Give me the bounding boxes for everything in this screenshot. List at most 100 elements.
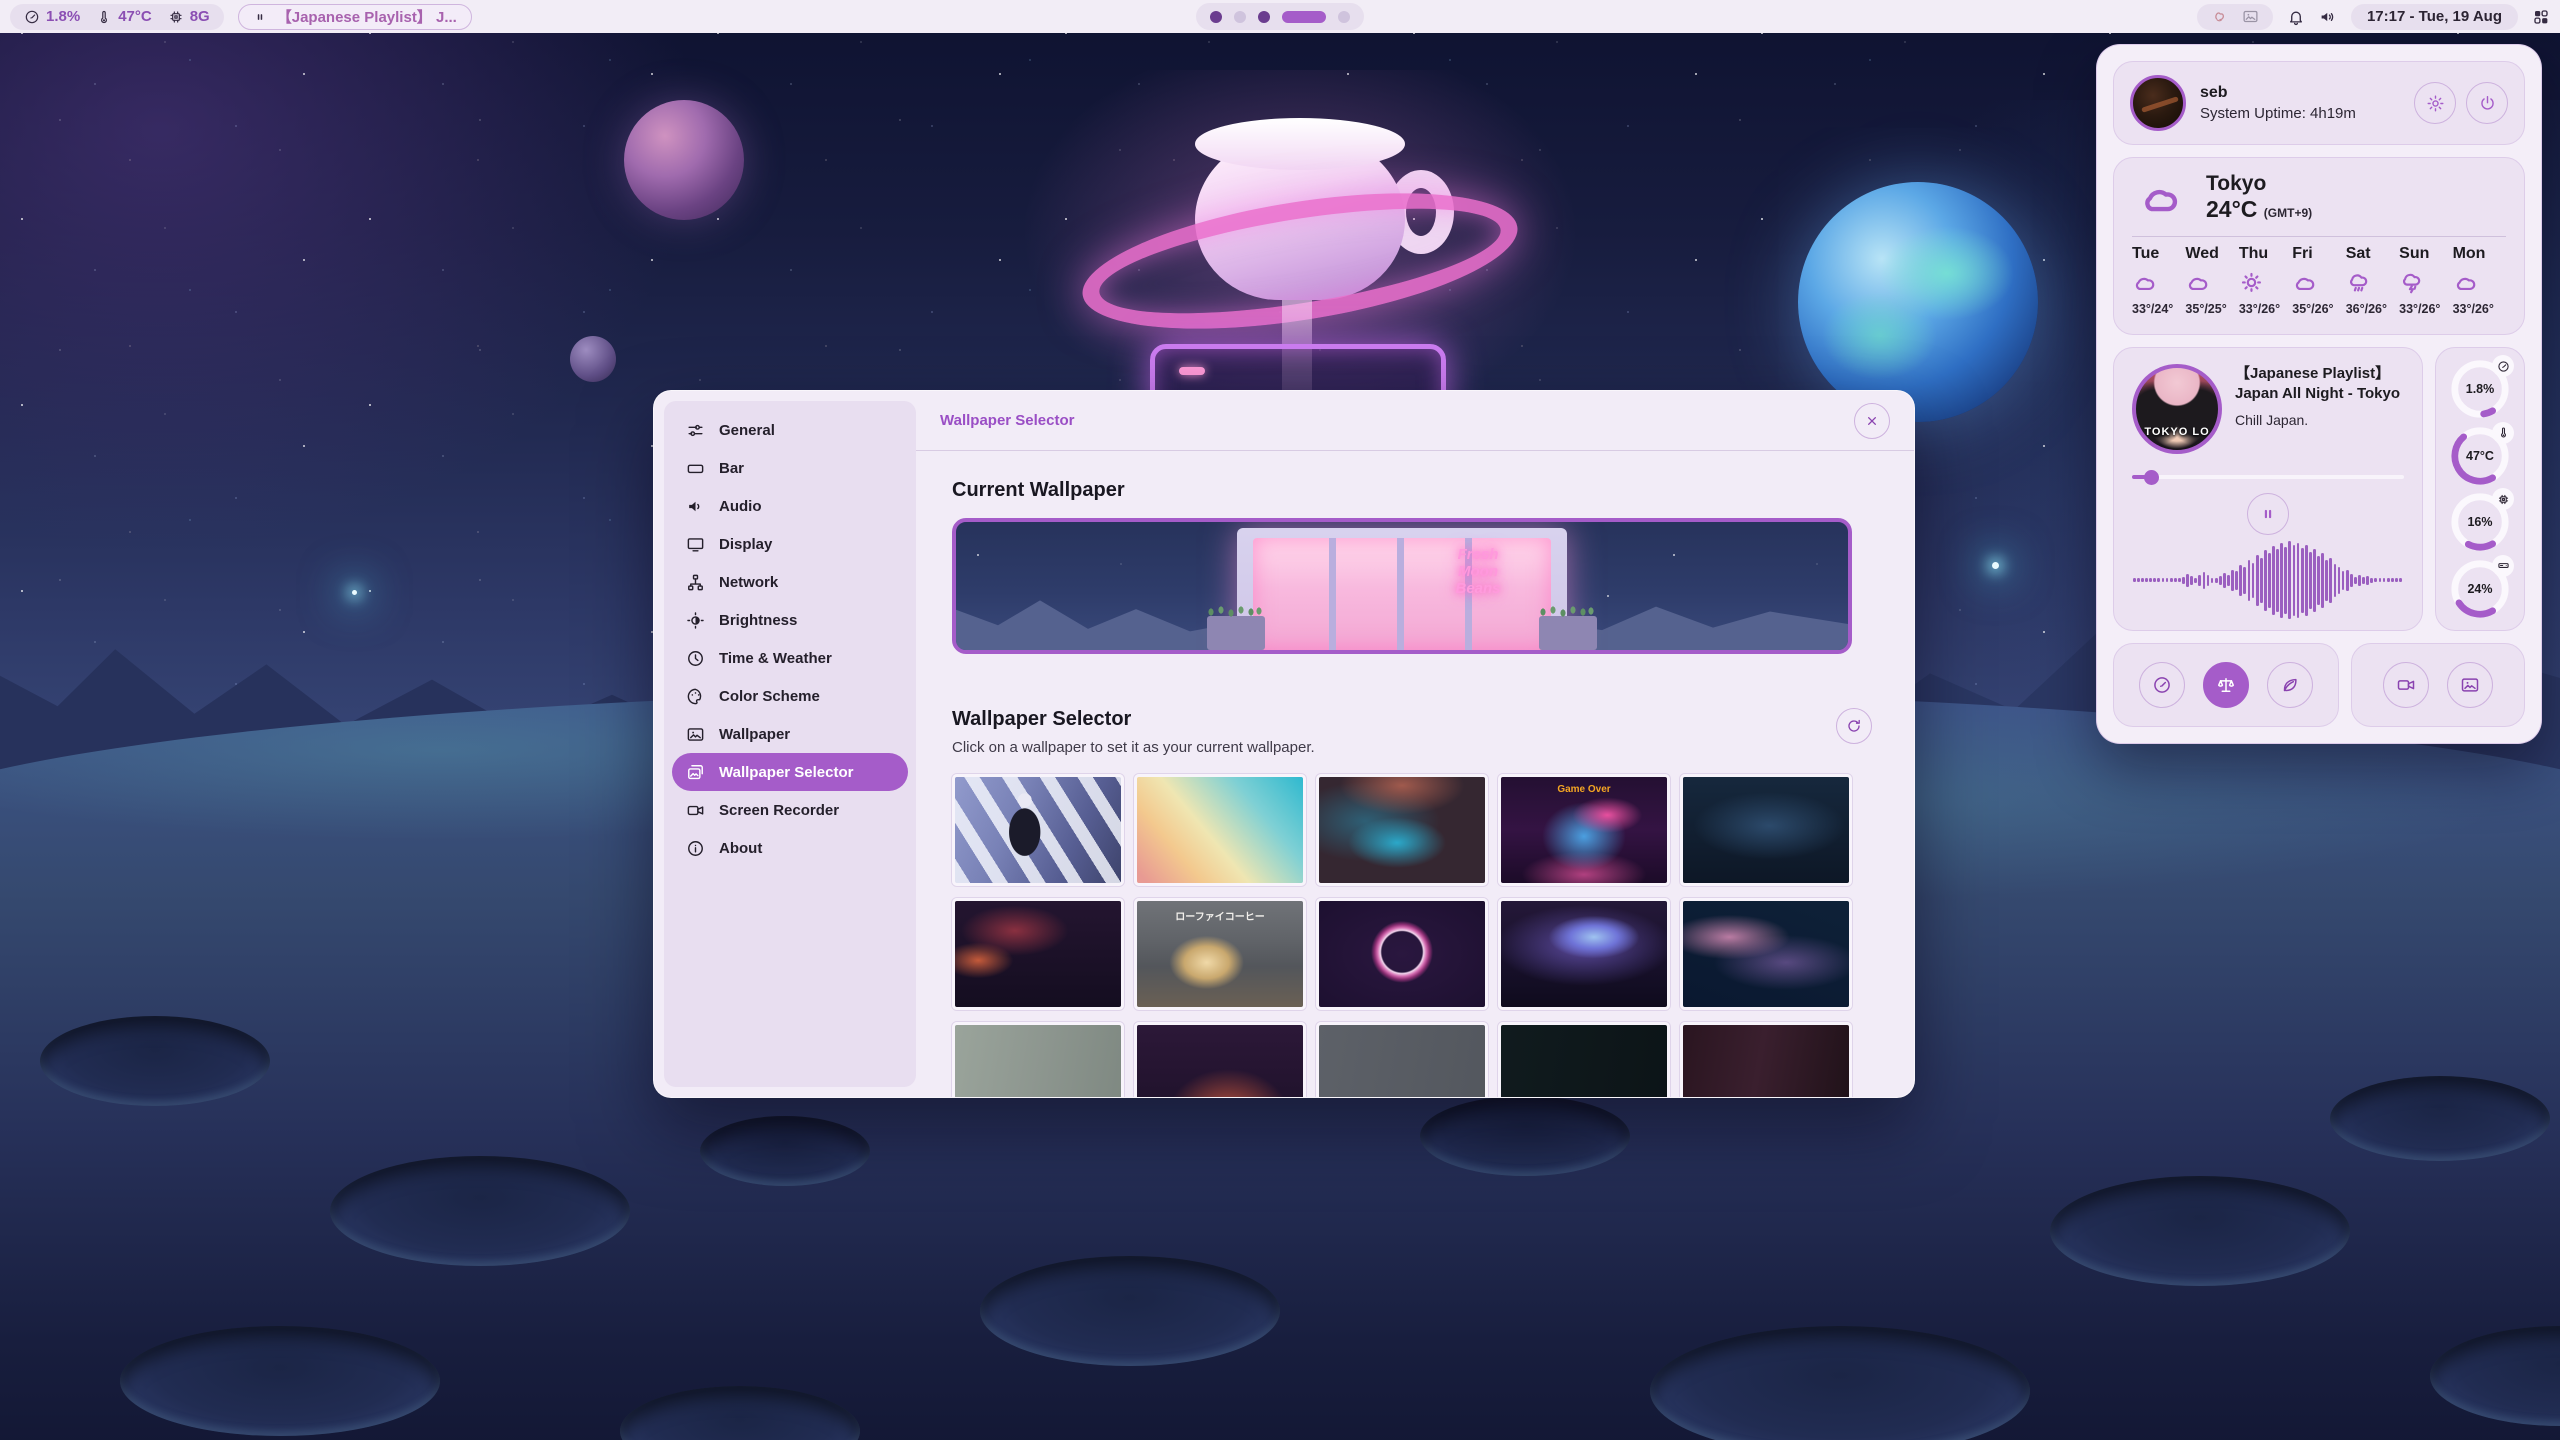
balanced-profile-button[interactable]: [2203, 662, 2249, 708]
sidebar-item-color-scheme[interactable]: Color Scheme: [672, 677, 908, 715]
album-art: TOKYO LO: [2132, 364, 2222, 454]
workspace-dot-occupied[interactable]: [1258, 11, 1270, 23]
gallery-icon: [686, 763, 705, 782]
clock[interactable]: 17:17 - Tue, 19 Aug: [2351, 4, 2518, 30]
capture-card: [2351, 643, 2525, 727]
memory-usage: 8G: [168, 8, 210, 25]
progress-knob[interactable]: [2144, 470, 2159, 485]
dashboard-panel: seb System Uptime: 4h19m Tokyo 24°C (GMT…: [2096, 44, 2542, 744]
wallpaper-thumb-nebula-forest[interactable]: [1498, 898, 1670, 1010]
media-subtitle: Chill Japan.: [2235, 412, 2404, 428]
tray-app-icon-2[interactable]: [2242, 8, 2259, 25]
grid-icon: [2532, 8, 2550, 26]
speaker-icon: [2319, 8, 2337, 26]
sidebar-item-screen-recorder[interactable]: Screen Recorder: [672, 791, 908, 829]
thermometer-icon: [96, 9, 112, 25]
bar-icon: [686, 459, 705, 478]
chip-icon: [168, 9, 184, 25]
current-wallpaper-heading: Current Wallpaper: [952, 479, 1872, 502]
media-pill-title: 【Japanese Playlist】 J...: [277, 6, 457, 27]
wallpaper-thumb-teal-aurora-blur[interactable]: [1316, 774, 1488, 886]
refresh-icon: [1846, 718, 1862, 734]
power-button[interactable]: [2466, 82, 2508, 124]
notifications-button[interactable]: [2287, 8, 2305, 26]
workspace-dot-occupied[interactable]: [1210, 11, 1222, 23]
dashboard-button[interactable]: [2532, 8, 2550, 26]
settings-sidebar: General Bar Audio Display Network Bright…: [664, 401, 916, 1087]
preview-neon-text: Fresh Moon Beans: [1443, 546, 1513, 597]
sidebar-item-display[interactable]: Display: [672, 525, 908, 563]
settings-window: General Bar Audio Display Network Bright…: [653, 390, 1915, 1098]
workspace-dot-empty[interactable]: [1234, 11, 1246, 23]
sidebar-item-network[interactable]: Network: [672, 563, 908, 601]
storm-weather-icon: [2399, 270, 2452, 296]
screen-record-button[interactable]: [2383, 662, 2429, 708]
cloud-weather-icon: [2453, 270, 2506, 296]
preview-cafe: Fresh Moon Beans: [1237, 528, 1567, 650]
weather-city: Tokyo: [2206, 172, 2312, 196]
workspace-dot-active[interactable]: [1282, 11, 1326, 23]
gauge-icon: [24, 9, 40, 25]
network-icon: [686, 573, 705, 592]
wallpaper-thumb-cyberpunk-arcade[interactable]: Game Over: [1498, 774, 1670, 886]
wallpaper-thumb-plum-dusk[interactable]: [1680, 1022, 1852, 1097]
image-icon: [686, 725, 705, 744]
wallpaper-thumb-purple-eclipse-ring[interactable]: [1316, 898, 1488, 1010]
wallpaper-thumb-slate-gradient[interactable]: [1316, 1022, 1488, 1097]
media-pill[interactable]: 【Japanese Playlist】 J...: [238, 4, 472, 30]
pause-button[interactable]: [2247, 493, 2289, 535]
wallpaper-thumb-sage-gradient[interactable]: [952, 1022, 1124, 1097]
gear-icon: [2426, 94, 2445, 113]
forecast-day: Sat 36°/26°: [2346, 245, 2399, 316]
top-bar: 1.8% 47°C 8G 【Japanese Playlist】 J... 17…: [0, 0, 2560, 33]
pause-icon: [2258, 504, 2278, 524]
media-player-card: TOKYO LO 【Japanese Playlist】 Japan All N…: [2113, 347, 2423, 631]
media-waveform: [2132, 541, 2404, 620]
sidebar-item-wallpaper[interactable]: Wallpaper: [672, 715, 908, 753]
settings-button[interactable]: [2414, 82, 2456, 124]
partly-weather-icon: [2239, 270, 2292, 296]
window-title: Wallpaper Selector: [940, 412, 1075, 429]
wallpaper-thumb-onyx-teal[interactable]: [1498, 1022, 1670, 1097]
close-button[interactable]: [1854, 403, 1890, 439]
wallpaper-thumb-lofi-coffee-shop[interactable]: ローファイコーヒー: [1134, 898, 1306, 1010]
cloud-weather-icon: [2292, 270, 2345, 296]
sidebar-item-general[interactable]: General: [672, 411, 908, 449]
system-stats-pill[interactable]: 1.8% 47°C 8G: [10, 4, 224, 30]
window-header: Wallpaper Selector: [916, 391, 1914, 450]
wallpaper-thumb-ember-forest-figure[interactable]: [952, 898, 1124, 1010]
wallpaper-thumb-crimson-grove[interactable]: [1134, 1022, 1306, 1097]
wallpaper-thumb-particle-mesh-wave[interactable]: [1680, 898, 1852, 1010]
sidebar-item-wallpaper-selector[interactable]: Wallpaper Selector: [672, 753, 908, 791]
refresh-button[interactable]: [1836, 708, 1872, 744]
sidebar-item-time-weather[interactable]: Time & Weather: [672, 639, 908, 677]
forecast-day: Wed 35°/25°: [2185, 245, 2238, 316]
wallpaper-thumb-snowy-night-castle[interactable]: [1680, 774, 1852, 886]
sidebar-item-brightness[interactable]: Brightness: [672, 601, 908, 639]
media-title: 【Japanese Playlist】 Japan All Night - To…: [2235, 364, 2404, 404]
power-profile-card: [2113, 643, 2339, 727]
system-stat-temperature: 47°C: [2449, 425, 2511, 487]
sidebar-item-about[interactable]: About: [672, 829, 908, 867]
system-stat-memory: 16%: [2449, 491, 2511, 553]
volume-button[interactable]: [2319, 8, 2337, 26]
purple-planet: [624, 100, 744, 220]
thumb-overlay-text: ローファイコーヒー: [1175, 908, 1264, 923]
tray-app-icon-1[interactable]: [2211, 8, 2228, 25]
weather-cloud-icon: [2132, 177, 2190, 221]
workspace-dot-empty[interactable]: [1338, 11, 1350, 23]
cloud-weather-icon: [2185, 270, 2238, 296]
performance-profile-button[interactable]: [2139, 662, 2185, 708]
sidebar-item-audio[interactable]: Audio: [672, 487, 908, 525]
power-icon: [2478, 94, 2497, 113]
power-saver-profile-button[interactable]: [2267, 662, 2313, 708]
settings-content: Current Wallpaper Fresh Moon Beans Wallp…: [916, 451, 1914, 1097]
system-tray: [2197, 4, 2273, 30]
wallpaper-thumb-pastel-gradient[interactable]: [1134, 774, 1306, 886]
screenshot-button[interactable]: [2447, 662, 2493, 708]
current-wallpaper-preview: Fresh Moon Beans: [952, 518, 1852, 654]
media-progress-slider[interactable]: [2132, 470, 2404, 483]
sidebar-item-bar[interactable]: Bar: [672, 449, 908, 487]
wallpaper-thumb-anime-crosswalk[interactable]: [952, 774, 1124, 886]
bright-star: [1992, 562, 1999, 569]
